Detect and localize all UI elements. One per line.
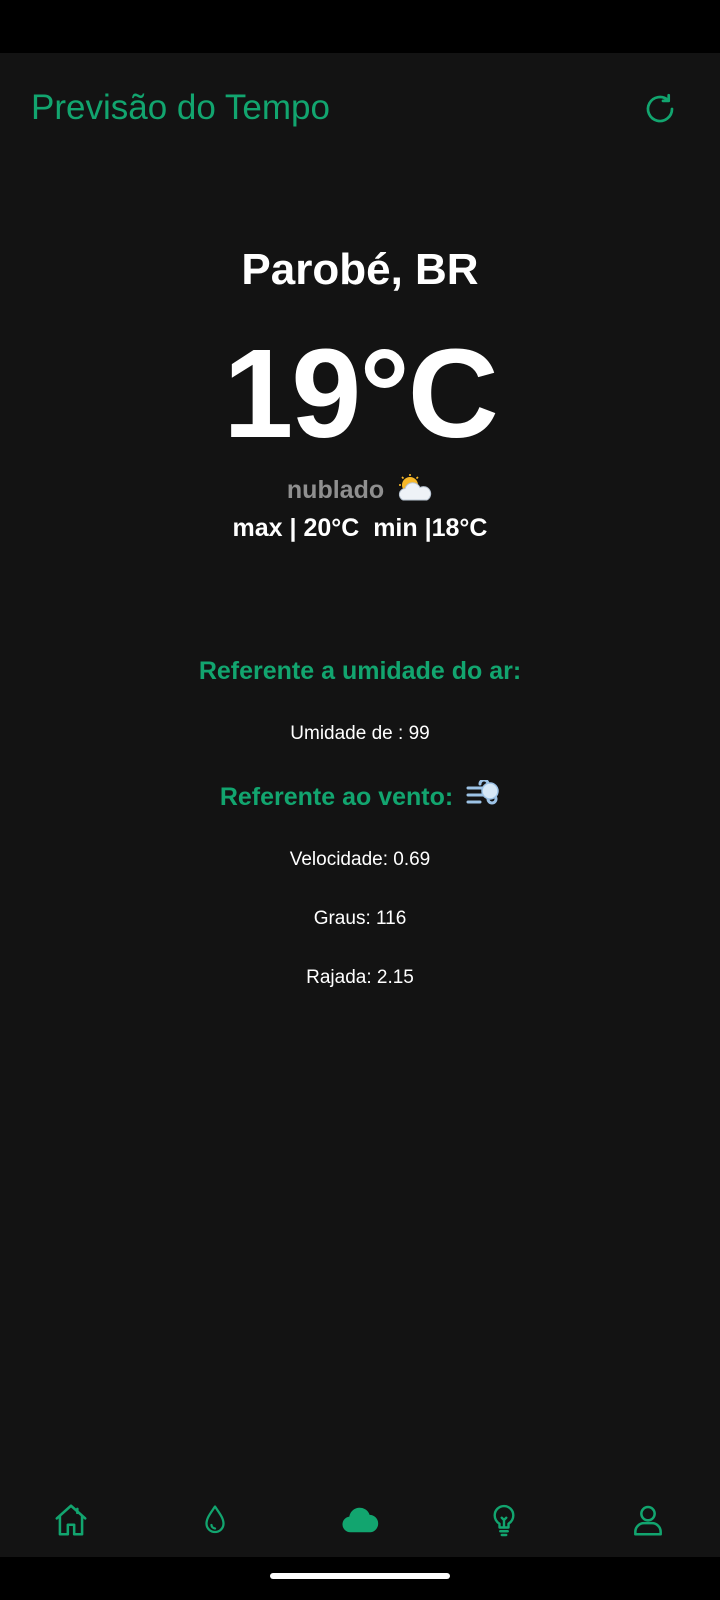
wind-degrees: Graus: 116 <box>313 908 407 929</box>
nav-weather[interactable] <box>330 1483 390 1557</box>
wind-heading: Referente ao vento: <box>0 780 720 812</box>
app-bar: Previsão do Tempo <box>0 53 720 165</box>
condition-label: nublado <box>286 476 385 504</box>
system-gesture-bar <box>0 1557 720 1600</box>
humidity-heading: Referente a umidade do ar: <box>198 657 522 685</box>
wind-gust: Rajada: 2.15 <box>306 967 414 988</box>
home-gesture-handle[interactable] <box>270 1573 450 1579</box>
wind-speed: Velocidade: 0.69 <box>289 849 431 870</box>
current-temperature: 19°C <box>223 323 499 464</box>
user-icon <box>634 1505 662 1536</box>
lightbulb-icon <box>493 1504 515 1537</box>
sun-behind-cloud-icon <box>399 474 432 501</box>
nav-home[interactable] <box>41 1483 101 1557</box>
wind-heading-label: Referente ao vento: <box>219 783 454 811</box>
cloud-icon <box>342 1507 379 1533</box>
status-bar <box>0 0 720 53</box>
bottom-navigation <box>0 1483 720 1557</box>
city-name: Parobé, BR <box>241 245 479 294</box>
nav-humidity[interactable] <box>185 1483 245 1557</box>
home-icon <box>55 1504 87 1536</box>
wind-face-icon <box>466 780 499 805</box>
weather-condition: nublado <box>0 474 720 505</box>
humidity-value: Umidade de : 99 <box>290 723 430 744</box>
max-min-temperature: max | 20°C min |18°C <box>232 514 488 542</box>
app-title: Previsão do Tempo <box>31 88 330 127</box>
app-screen: Previsão do Tempo Parobé, BR 19°C nublad… <box>0 53 720 1557</box>
nav-ideas[interactable] <box>474 1483 534 1557</box>
water-drop-icon <box>205 1505 225 1534</box>
nav-profile[interactable] <box>618 1483 678 1557</box>
refresh-button[interactable] <box>636 85 684 133</box>
refresh-icon <box>646 93 674 123</box>
